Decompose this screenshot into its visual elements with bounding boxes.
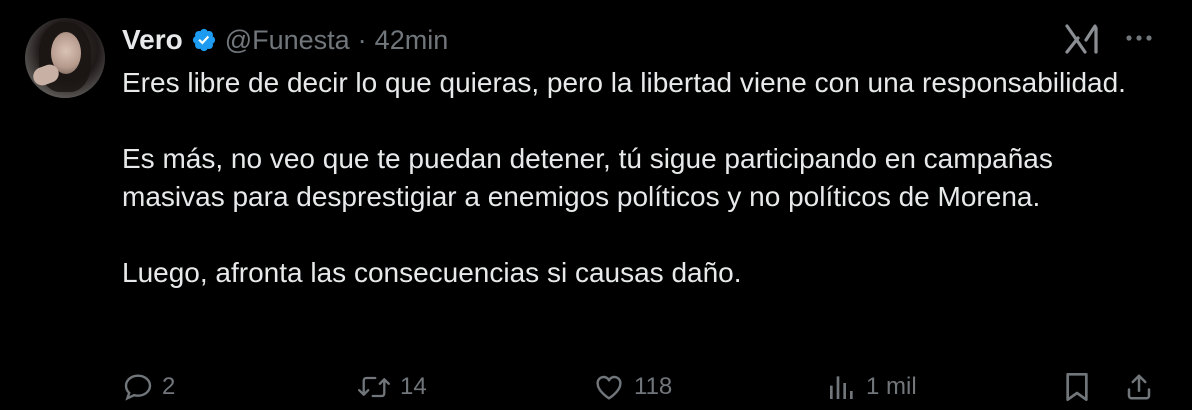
repost-count: 14: [400, 373, 427, 400]
like-button[interactable]: 118: [592, 368, 672, 406]
reply-button[interactable]: 2: [122, 368, 175, 406]
grok-icon[interactable]: [1064, 24, 1102, 54]
tweet-header: Vero @Funesta · 42min: [122, 22, 448, 58]
tweet-paragraph-1: Eres libre de decir lo que quieras, pero…: [122, 67, 1126, 98]
reply-icon: [122, 371, 154, 403]
bookmark-icon: [1062, 371, 1092, 403]
author-name[interactable]: Vero: [122, 24, 183, 56]
separator-dot: ·: [357, 24, 367, 55]
share-button[interactable]: [1124, 368, 1154, 406]
author-handle[interactable]: @Funesta: [225, 25, 350, 56]
tweet-timestamp[interactable]: 42min: [375, 25, 449, 56]
tweet-paragraph-2: Es más, no veo que te puedan detener, tú…: [122, 143, 1053, 212]
views-icon: [826, 371, 858, 403]
views-count: 1 mil: [866, 373, 917, 400]
tweet-paragraph-3: Luego, afronta las consecuencias si caus…: [122, 257, 742, 288]
reply-count: 2: [162, 373, 176, 400]
tweet[interactable]: Vero @Funesta · 42min Eres libre de deci…: [0, 0, 1192, 410]
verified-badge-icon[interactable]: [191, 27, 217, 53]
tweet-actions: 2 14 118 1 mil: [0, 368, 1192, 406]
like-icon: [592, 371, 626, 403]
more-icon[interactable]: [1122, 26, 1156, 50]
bookmark-button[interactable]: [1062, 368, 1092, 406]
like-count: 118: [634, 373, 673, 400]
avatar[interactable]: [25, 18, 105, 98]
tweet-text: Eres libre de decir lo que quieras, pero…: [122, 64, 1162, 292]
views-button[interactable]: 1 mil: [826, 368, 917, 406]
repost-button[interactable]: 14: [356, 368, 427, 406]
share-icon: [1124, 371, 1154, 403]
repost-icon: [356, 371, 392, 403]
